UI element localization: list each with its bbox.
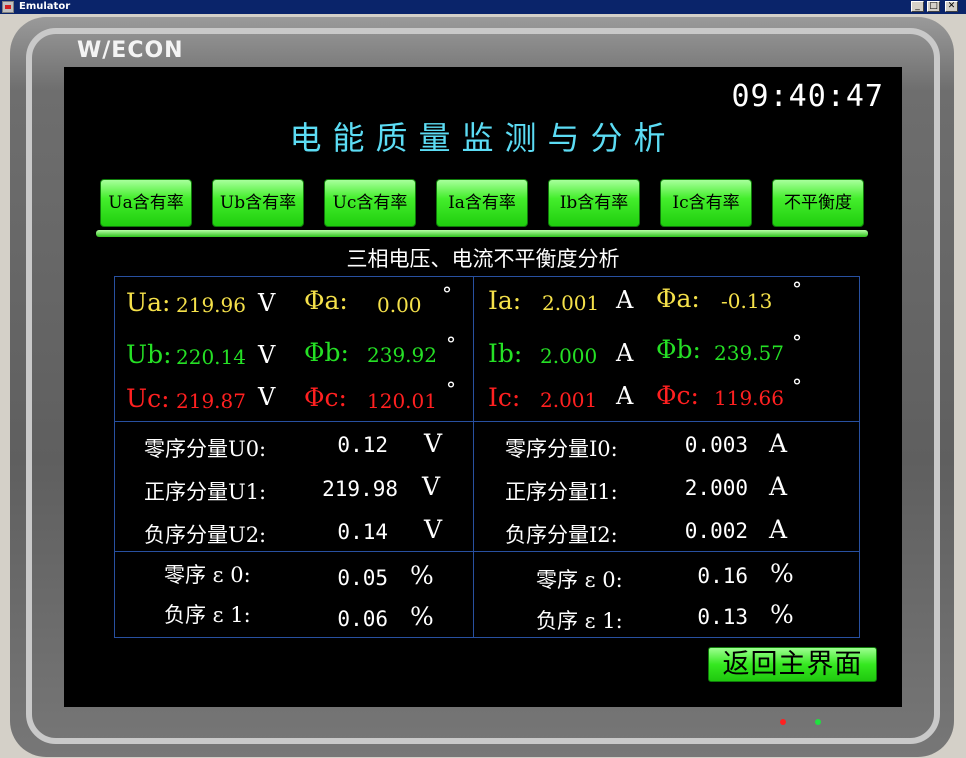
- grid-top-line: [114, 276, 860, 277]
- phi-b-label: Φb:: [304, 338, 349, 367]
- voltage-epsilon0-unit: %: [410, 561, 434, 590]
- ia-value: 2.001: [542, 291, 600, 315]
- ic-value: 2.001: [540, 388, 598, 412]
- voltage-epsilon1-value: 0.06: [337, 607, 388, 631]
- i0-label: 零序分量I0:: [505, 437, 618, 461]
- i0-unit: A: [769, 429, 788, 458]
- i1-unit: A: [769, 472, 788, 501]
- ib-value: 2.000: [540, 344, 598, 368]
- current-epsilon0-unit: %: [770, 559, 794, 588]
- window-title-bar: Emulator _ □ ✕: [0, 0, 966, 14]
- grid-left-line: [114, 276, 115, 638]
- grid-center-line: [473, 276, 474, 638]
- i1-value: 2.000: [684, 476, 748, 500]
- uc-value: 219.87: [176, 389, 246, 413]
- u1-unit: V: [422, 472, 441, 501]
- u0-label: 零序分量U0:: [144, 437, 267, 461]
- power-led-red: [780, 719, 786, 725]
- ia-label: Ia:: [488, 286, 522, 315]
- ub-value: 220.14: [176, 345, 246, 369]
- i1-label: 正序分量I1:: [505, 480, 618, 504]
- current-phi-c-deg: °: [792, 374, 802, 398]
- voltage-epsilon1-label: 负序 ε 1:: [164, 603, 251, 627]
- u1-label: 正序分量U1:: [144, 480, 267, 504]
- tab-unbalance[interactable]: 不平衡度: [772, 179, 864, 227]
- page-title: 电能质量监测与分析: [289, 119, 677, 157]
- voltage-epsilon0-value: 0.05: [337, 566, 388, 590]
- phi-a-label: Φa:: [304, 286, 348, 315]
- i2-unit: A: [769, 515, 788, 544]
- current-phi-b-label: Φb:: [656, 335, 701, 364]
- window-title: Emulator: [19, 1, 71, 12]
- phi-c-value: 120.01: [367, 389, 437, 413]
- run-led-green: [815, 719, 821, 725]
- tab-ub-harmonic[interactable]: Ub含有率: [212, 179, 304, 227]
- current-phi-c-value: 119.66: [714, 386, 784, 410]
- return-main-button[interactable]: 返回主界面: [708, 647, 877, 682]
- section-title: 三相电压、电流不平衡度分析: [346, 247, 620, 271]
- voltage-epsilon1-unit: %: [410, 602, 434, 631]
- grid-lower-line: [114, 551, 860, 552]
- ua-label: Ua:: [126, 288, 171, 317]
- phi-b-deg: °: [446, 332, 456, 356]
- phi-c-label: Φc:: [304, 383, 347, 412]
- brand-logo: W/ECON: [77, 38, 184, 63]
- app-icon: [2, 1, 14, 13]
- grid-bottom-line: [114, 637, 860, 638]
- phi-c-deg: °: [446, 377, 456, 401]
- phi-a-value: 0.00: [377, 293, 422, 317]
- ib-unit: A: [616, 339, 634, 367]
- current-phi-a-value: -0.13: [721, 289, 773, 313]
- tab-ib-harmonic[interactable]: Ib含有率: [548, 179, 640, 227]
- u2-label: 负序分量U2:: [144, 523, 267, 547]
- tab-uc-harmonic[interactable]: Uc含有率: [324, 179, 416, 227]
- grid-right-line: [859, 276, 860, 638]
- current-epsilon1-value: 0.13: [697, 605, 748, 629]
- tab-divider-bar: [96, 230, 868, 237]
- ub-label: Ub:: [126, 340, 172, 369]
- u0-unit: V: [424, 429, 443, 458]
- minimize-button[interactable]: _: [911, 1, 924, 12]
- harmonic-tabs: Ua含有率 Ub含有率 Uc含有率 Ia含有率 Ib含有率 Ic含有率 不平衡度: [100, 179, 870, 227]
- current-phi-c-label: Φc:: [656, 381, 699, 410]
- voltage-epsilon0-label: 零序 ε 0:: [164, 563, 251, 587]
- current-phi-b-deg: °: [792, 330, 802, 354]
- current-epsilon1-unit: %: [770, 600, 794, 629]
- ua-unit: V: [258, 289, 276, 317]
- current-epsilon0-value: 0.16: [697, 564, 748, 588]
- ua-value: 219.96: [176, 293, 246, 317]
- uc-unit: V: [258, 383, 276, 411]
- phi-b-value: 239.92: [367, 343, 437, 367]
- current-phi-a-label: Φa:: [656, 284, 700, 313]
- u2-unit: V: [424, 515, 443, 544]
- u0-value: 0.12: [337, 433, 388, 457]
- i0-value: 0.003: [684, 433, 748, 457]
- close-button[interactable]: ✕: [945, 1, 958, 12]
- current-phi-b-value: 239.57: [714, 341, 784, 365]
- current-epsilon0-label: 零序 ε 0:: [536, 568, 623, 592]
- ub-unit: V: [258, 341, 276, 369]
- i2-label: 负序分量I2:: [505, 523, 618, 547]
- current-phi-a-deg: °: [792, 277, 802, 301]
- ic-unit: A: [616, 382, 634, 410]
- ia-unit: A: [616, 286, 634, 314]
- tab-ua-harmonic[interactable]: Ua含有率: [100, 179, 192, 227]
- u1-value: 219.98: [322, 477, 398, 501]
- ic-label: Ic:: [488, 383, 521, 412]
- maximize-button[interactable]: □: [927, 1, 940, 12]
- clock: 09:40:47: [731, 79, 884, 114]
- uc-label: Uc:: [126, 384, 170, 413]
- i2-value: 0.002: [684, 519, 748, 543]
- ib-label: Ib:: [488, 339, 523, 368]
- tab-ia-harmonic[interactable]: Ia含有率: [436, 179, 528, 227]
- grid-mid-line: [114, 421, 860, 422]
- u2-value: 0.14: [337, 520, 388, 544]
- current-epsilon1-label: 负序 ε 1:: [536, 609, 623, 633]
- tab-ic-harmonic[interactable]: Ic含有率: [660, 179, 752, 227]
- hmi-screen: 09:40:47 电能质量监测与分析 Ua含有率 Ub含有率 Uc含有率 Ia含…: [64, 67, 902, 707]
- phi-a-deg: °: [442, 282, 452, 306]
